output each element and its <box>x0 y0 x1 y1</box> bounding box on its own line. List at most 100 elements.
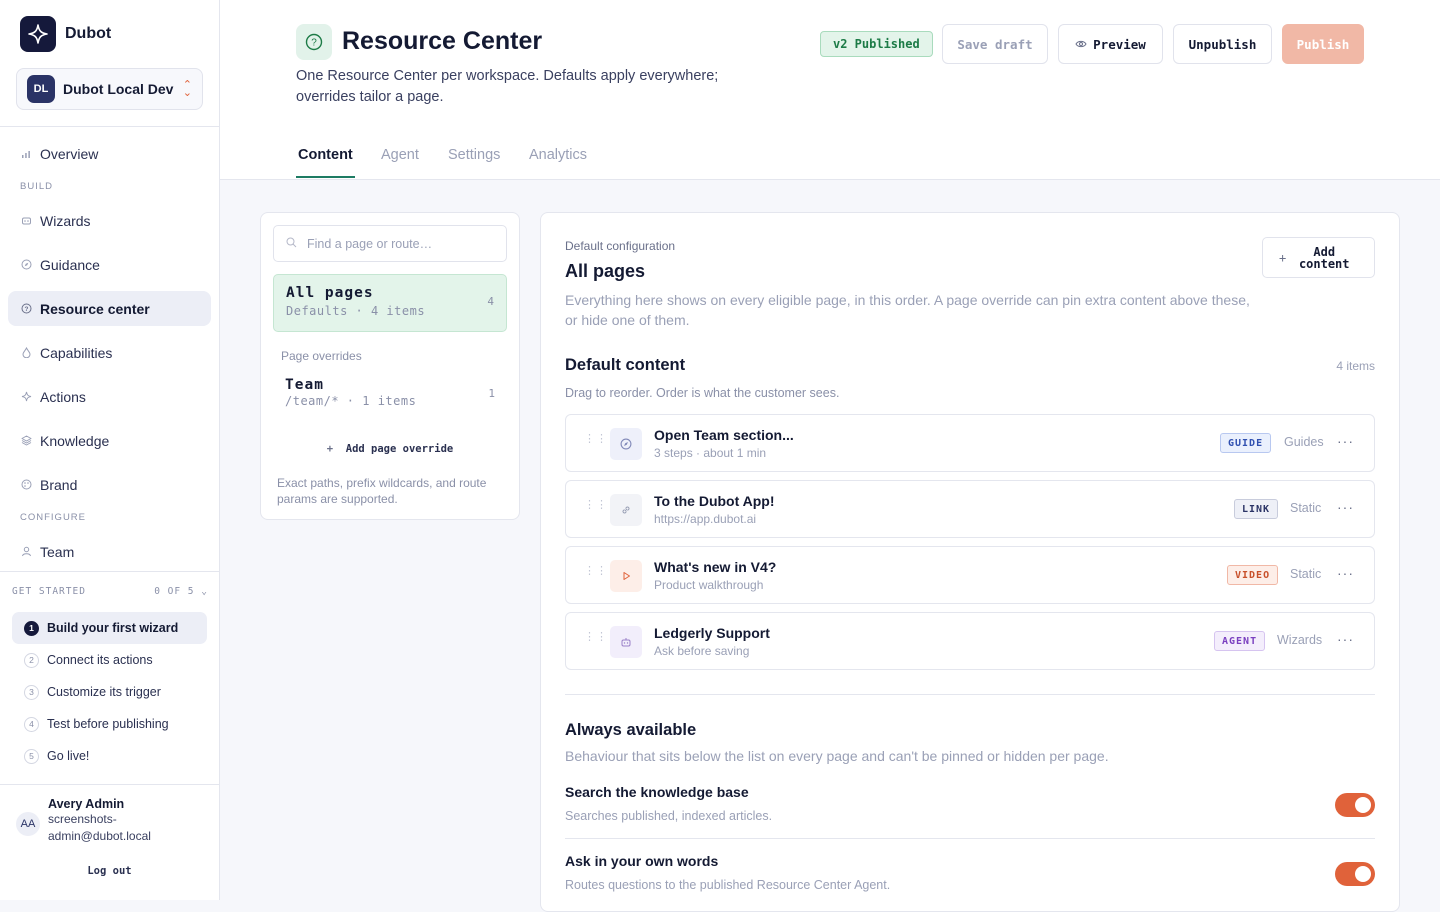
divider <box>565 694 1375 695</box>
drag-handle-icon[interactable]: ⋮⋮ <box>584 566 608 577</box>
always-available-desc: Behaviour that sits below the list on ev… <box>565 748 1109 764</box>
content-item-title: Ledgerly Support <box>654 625 770 641</box>
nav-label: Team <box>40 543 75 560</box>
page-item-title: All pages <box>286 285 374 301</box>
page-header: ? Resource Center One Resource Center pe… <box>220 0 1440 180</box>
nav-item-brand[interactable]: Brand <box>8 467 211 502</box>
get-started-step[interactable]: 3 Customize its trigger <box>12 676 207 708</box>
get-started-step[interactable]: 5 Go live! <box>12 740 207 772</box>
search-input[interactable] <box>307 236 497 251</box>
step-number: 5 <box>24 748 39 764</box>
content-item[interactable]: ⋮⋮ To the Dubot App! https://app.dubot.a… <box>565 480 1375 538</box>
sidebar: Dubot DL Dubot Local Dev ⌃ ⌄ Overview BUI… <box>0 0 220 900</box>
publish-button[interactable]: Publish <box>1282 24 1364 64</box>
toggle-title: Search the knowledge base <box>565 784 749 800</box>
always-available-title: Always available <box>565 721 697 739</box>
status-badge: v2 Published <box>820 31 933 57</box>
content-item[interactable]: ⋮⋮ Ledgerly Support Ask before saving AG… <box>565 612 1375 670</box>
brand[interactable]: Dubot <box>20 16 111 52</box>
toggle-sub: Searches published, indexed articles. <box>565 809 773 823</box>
get-started-step[interactable]: 1 Build your first wizard <box>12 612 207 644</box>
type-badge: GUIDE <box>1220 433 1272 453</box>
more-icon[interactable]: ··· <box>1337 499 1354 515</box>
logout-button[interactable]: Log out <box>0 865 219 877</box>
tab-agent[interactable]: Agent <box>381 147 419 163</box>
get-started-step[interactable]: 2 Connect its actions <box>12 644 207 676</box>
bot-icon <box>610 626 642 658</box>
nav-item-capabilities[interactable]: Capabilities <box>8 335 211 370</box>
drag-handle-icon[interactable]: ⋮⋮ <box>584 500 608 511</box>
nav-item-actions[interactable]: Actions <box>8 379 211 414</box>
search-knowledge-toggle[interactable] <box>1335 793 1375 817</box>
nav-item-wizards[interactable]: Wizards <box>8 203 211 238</box>
tab-analytics[interactable]: Analytics <box>529 147 587 163</box>
get-started-step[interactable]: 4 Test before publishing <box>12 708 207 740</box>
step-number: 3 <box>24 684 39 700</box>
page-title: Resource Center <box>342 27 543 55</box>
drop-icon <box>20 347 32 359</box>
drag-handle-icon[interactable]: ⋮⋮ <box>584 632 608 643</box>
more-icon[interactable]: ··· <box>1337 565 1354 581</box>
eye-icon <box>1075 37 1087 52</box>
default-content-desc: Drag to reorder. Order is what the custo… <box>565 386 840 400</box>
help-icon: ? <box>296 24 332 60</box>
get-started-header[interactable]: GET STARTED 0 OF 5 ⌄ <box>12 586 208 597</box>
more-icon[interactable]: ··· <box>1337 631 1354 647</box>
sparkle-icon <box>20 391 32 403</box>
workspace-switcher[interactable]: DL Dubot Local Dev ⌃ ⌄ <box>16 68 203 110</box>
section-label-build: BUILD <box>20 181 53 192</box>
section-label-configure: CONFIGURE <box>20 512 86 523</box>
content-source: Static <box>1290 567 1322 581</box>
page-item-team[interactable]: Team /team/* · 1 items 1 <box>273 373 507 421</box>
step-number: 1 <box>24 620 39 636</box>
nav-label: Actions <box>40 388 86 405</box>
user-profile: AA Avery Admin screenshots-admin@dubot.l… <box>16 797 168 845</box>
ask-own-words-toggle[interactable] <box>1335 862 1375 886</box>
nav-item-knowledge[interactable]: Knowledge <box>8 423 211 458</box>
content-item-sub: Product walkthrough <box>654 578 764 592</box>
dubot-logo-icon <box>20 16 56 52</box>
page-item-sub: /team/* · 1 items <box>285 394 417 408</box>
page-item-count: 1 <box>488 387 495 400</box>
add-page-override-button[interactable]: + Add page override <box>261 443 519 455</box>
get-started-progress: 0 OF 5 ⌄ <box>154 586 208 597</box>
default-content-count: 4 items <box>1336 359 1375 373</box>
tab-content[interactable]: Content <box>298 147 353 163</box>
more-icon[interactable]: ··· <box>1337 433 1354 449</box>
content-item[interactable]: ⋮⋮ What's new in V4? Product walkthrough… <box>565 546 1375 604</box>
wizard-icon <box>20 215 32 227</box>
user-email: screenshots-admin@dubot.local <box>48 812 151 843</box>
compass-icon <box>20 259 32 271</box>
step-number: 4 <box>24 716 39 732</box>
nav-label: Knowledge <box>40 432 110 449</box>
play-icon <box>610 560 642 592</box>
nav-item-team[interactable]: Team <box>8 534 211 569</box>
nav-item-guidance[interactable]: Guidance <box>8 247 211 282</box>
step-number: 2 <box>24 652 39 668</box>
tab-settings[interactable]: Settings <box>448 147 500 163</box>
save-draft-button[interactable]: Save draft <box>942 24 1048 64</box>
config-panel: Default configuration All pages Everythi… <box>540 212 1400 912</box>
bar-chart-icon <box>20 148 32 160</box>
content-item[interactable]: ⋮⋮ Open Team section... 3 steps · about … <box>565 414 1375 472</box>
page-item-all-pages[interactable]: All pages Defaults · 4 items 4 <box>273 274 507 332</box>
nav-item-resource-center[interactable]: ? Resource center <box>8 291 211 326</box>
plus-icon: + <box>1279 250 1287 265</box>
nav-label: Brand <box>40 476 78 493</box>
type-badge: VIDEO <box>1227 565 1279 585</box>
page-search[interactable] <box>273 225 507 262</box>
add-content-button[interactable]: + Add content <box>1262 237 1375 278</box>
avatar: AA <box>16 812 40 836</box>
chevron-down-icon: ⌄ <box>201 586 208 597</box>
layers-icon <box>20 435 32 447</box>
type-badge: AGENT <box>1214 631 1266 651</box>
divider <box>0 784 219 785</box>
nav-label: Guidance <box>40 256 100 273</box>
help-icon: ? <box>20 303 32 315</box>
unpublish-button[interactable]: Unpublish <box>1173 24 1272 64</box>
nav-item-overview[interactable]: Overview <box>8 136 211 171</box>
content-item-title: To the Dubot App! <box>654 493 775 509</box>
preview-button[interactable]: Preview <box>1058 24 1163 64</box>
drag-handle-icon[interactable]: ⋮⋮ <box>584 434 608 445</box>
step-label: Build your first wizard <box>47 621 179 635</box>
